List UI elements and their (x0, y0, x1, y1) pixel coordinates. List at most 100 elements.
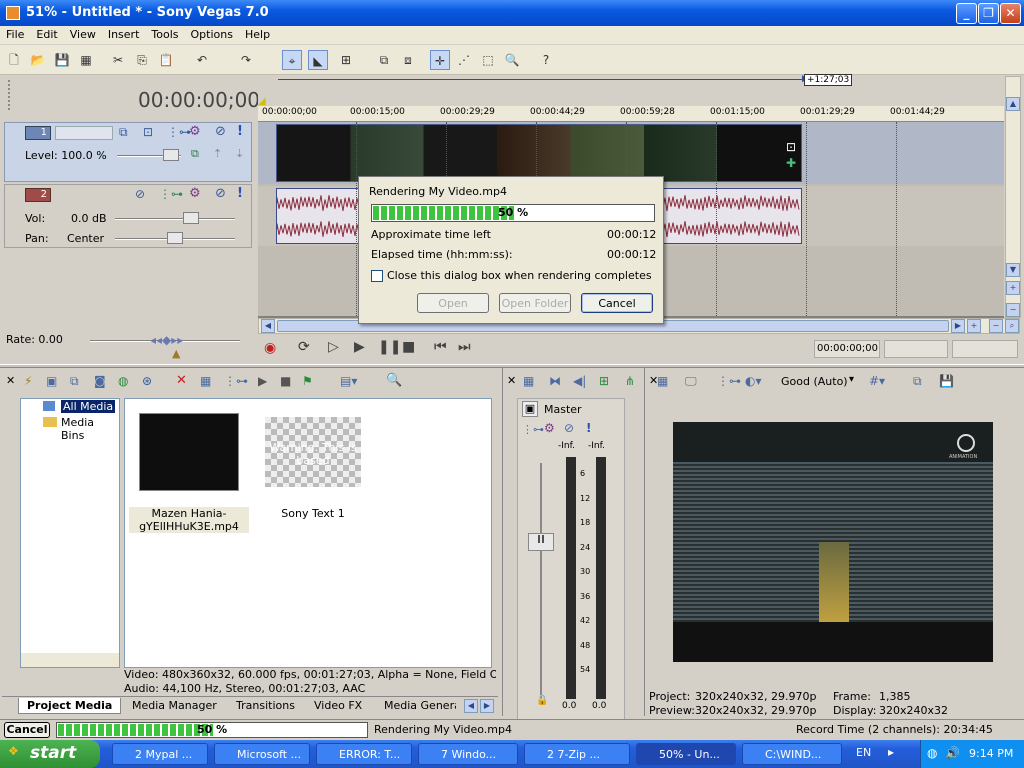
fader-track[interactable] (540, 463, 542, 699)
go-to-start-icon[interactable]: ⏮ (434, 339, 447, 355)
whats-this-icon[interactable]: ? (536, 50, 556, 70)
start-button[interactable]: ❖ start (0, 740, 100, 768)
scroll-down-icon[interactable]: ▼ (1006, 263, 1020, 277)
preview-quality[interactable]: Good (Auto) (781, 375, 848, 388)
taskbar-item[interactable]: ERROR: T... (316, 743, 412, 765)
chevron-down-icon[interactable]: ▾ (849, 374, 854, 385)
zoom-tool-icon[interactable]: 🔍 (502, 50, 522, 70)
tab-video-fx[interactable]: Video FX (306, 698, 370, 714)
taskbar-item[interactable]: Microsoft ... (214, 743, 310, 765)
make-child-icon[interactable]: ⇣ (235, 147, 244, 160)
master-fx-icon[interactable]: ⚙ (544, 421, 555, 435)
vol-slider-thumb[interactable] (183, 212, 199, 224)
rate-arrows-icon[interactable]: ◂◂◆▸▸ (150, 333, 183, 347)
taskbar-item[interactable]: 2 7-Zip ... (524, 743, 630, 765)
mixer-properties-icon[interactable]: ▦ (523, 374, 534, 388)
taskbar-item[interactable]: C:\WIND... (742, 743, 842, 765)
language-indicator[interactable]: EN (856, 746, 871, 759)
track-motion-icon[interactable]: ⧉ (119, 125, 128, 140)
web-media-icon[interactable]: ◍ (118, 374, 128, 388)
remove-icon[interactable]: ✕ (176, 373, 187, 388)
paste-icon[interactable]: 📋 (156, 50, 176, 70)
tab-media-generators[interactable]: Media Generat (376, 698, 456, 714)
preview-play-icon[interactable]: ▶ (258, 374, 267, 388)
play-from-start-icon[interactable]: ▷ (328, 339, 339, 355)
maximize-button[interactable]: ❐ (978, 3, 999, 24)
go-to-end-icon[interactable]: ⏭ (458, 339, 471, 355)
close-when-done-checkbox[interactable] (371, 270, 383, 282)
media-item-name[interactable]: Mazen Hania-gYElIHHuK3E.mp4 (129, 507, 249, 533)
composite-child-icon[interactable]: ⧉ (191, 147, 199, 161)
open-icon[interactable]: 📂 (28, 50, 48, 70)
selection-length[interactable] (952, 340, 1018, 358)
h-zoom-out-icon[interactable]: − (989, 319, 1003, 333)
import-media-icon[interactable]: ⚡ (24, 374, 32, 388)
media-properties-icon[interactable]: ▦ (200, 374, 211, 388)
track-fx-icon[interactable]: ⚙ (189, 124, 201, 139)
selection-start-time[interactable]: 00:00:00;00 (814, 340, 880, 358)
extract-audio-icon[interactable]: ◙ (94, 374, 106, 388)
capture-icon[interactable]: ▣ (46, 374, 57, 388)
ripple-edit-icon[interactable]: ⊞ (336, 50, 356, 70)
scroll-up-icon[interactable]: ▲ (1006, 97, 1020, 111)
scroll-left-icon[interactable]: ◀ (261, 319, 275, 333)
lock-icon[interactable]: 🔒 (536, 695, 548, 706)
open-folder-button[interactable]: Open Folder (499, 293, 571, 313)
video-track-header[interactable]: 1 ⧉ ⊡ ⋮⊶ ⚙ ⊘ ! Level: 100.0 % ⧉ ⇡ ⇣ (4, 122, 252, 182)
get-media-icon[interactable]: ⧉ (70, 374, 79, 389)
arm-record-icon[interactable]: ⋮⊶ (159, 187, 183, 201)
media-item-name[interactable]: Sony Text 1 (265, 507, 361, 520)
master-mute-icon[interactable]: ⊘ (564, 421, 574, 435)
tree-hscroll[interactable] (21, 653, 119, 667)
taskbar-item[interactable]: 2 Mypal ... (112, 743, 208, 765)
pause-icon[interactable]: ❚❚ (378, 339, 401, 355)
rate-marker-icon[interactable]: ▲ (172, 347, 180, 360)
insert-bus-icon[interactable]: ⊞ (599, 374, 609, 388)
ignore-grouping-icon[interactable]: ⧈ (398, 50, 418, 70)
pan-slider-thumb[interactable] (167, 232, 183, 244)
timeline-vscroll[interactable]: ▲ ▼ + − (1005, 76, 1021, 318)
preview-stop-icon[interactable]: ■ (280, 374, 291, 388)
snapping-icon[interactable]: ⌖ (282, 50, 302, 70)
vol-slider[interactable] (115, 218, 235, 220)
record-icon[interactable]: ◉ (264, 340, 276, 356)
menu-edit[interactable]: Edit (30, 26, 63, 41)
external-monitor-icon[interactable]: 🖵 (685, 374, 697, 389)
menu-help[interactable]: Help (239, 26, 276, 41)
master-solo-icon[interactable]: ! (586, 421, 591, 435)
save-snapshot-icon[interactable]: 💾 (939, 374, 954, 388)
taskbar-item-active[interactable]: 50% - Un... (636, 743, 736, 765)
h-zoom-in-icon[interactable]: + (967, 319, 981, 333)
taskbar-item[interactable]: 7 Windo... (418, 743, 518, 765)
menu-options[interactable]: Options (185, 26, 239, 41)
tray-network-icon[interactable]: ◍ (927, 746, 937, 760)
make-parent-icon[interactable]: ⇡ (213, 147, 222, 160)
open-button[interactable]: Open (417, 293, 489, 313)
play-icon[interactable]: ▶ (354, 339, 365, 355)
fader-thumb[interactable]: ‖‖ (528, 533, 554, 551)
cut-icon[interactable]: ✂ (108, 50, 128, 70)
audio-track-header[interactable]: 2 ⊘ ⋮⊶ ⚙ ⊘ ! Vol: 0.0 dB Pan: Center (4, 184, 252, 248)
preview-properties-icon[interactable]: ▦ (657, 374, 668, 388)
dim-icon[interactable]: ◀| (573, 374, 586, 388)
video-fx-icon[interactable]: ⋮⊶ (717, 374, 741, 388)
media-fx-icon[interactable]: ⋮⊶ (224, 374, 248, 388)
scroll-right-icon[interactable]: ▶ (951, 319, 965, 333)
lock-envelopes-icon[interactable]: ⧉ (374, 50, 394, 70)
loop-region[interactable] (278, 79, 802, 80)
auto-crossfade-icon[interactable]: ◣ (308, 50, 328, 70)
views-icon[interactable]: ▤▾ (340, 374, 357, 388)
copy-icon[interactable]: ⎘ (132, 50, 152, 70)
status-cancel-button[interactable]: Cancel (4, 722, 50, 738)
close-panel-icon[interactable]: ✕ (6, 374, 15, 387)
search-icon[interactable]: 🔍 (386, 373, 402, 388)
downmix-icon[interactable]: ⧓ (549, 374, 561, 388)
normal-edit-tool-icon[interactable]: ✛ (430, 50, 450, 70)
split-screen-icon[interactable]: ◐▾ (745, 374, 762, 388)
close-button[interactable]: ✕ (1000, 3, 1021, 24)
tab-scroll-left-icon[interactable]: ◀ (464, 699, 478, 713)
selection-tool-icon[interactable]: ⬚ (478, 50, 498, 70)
text-thumbnail[interactable]: Warning: This is based (265, 417, 361, 487)
cancel-render-button[interactable]: Cancel (581, 293, 653, 313)
copy-snapshot-icon[interactable]: ⧉ (913, 374, 922, 389)
